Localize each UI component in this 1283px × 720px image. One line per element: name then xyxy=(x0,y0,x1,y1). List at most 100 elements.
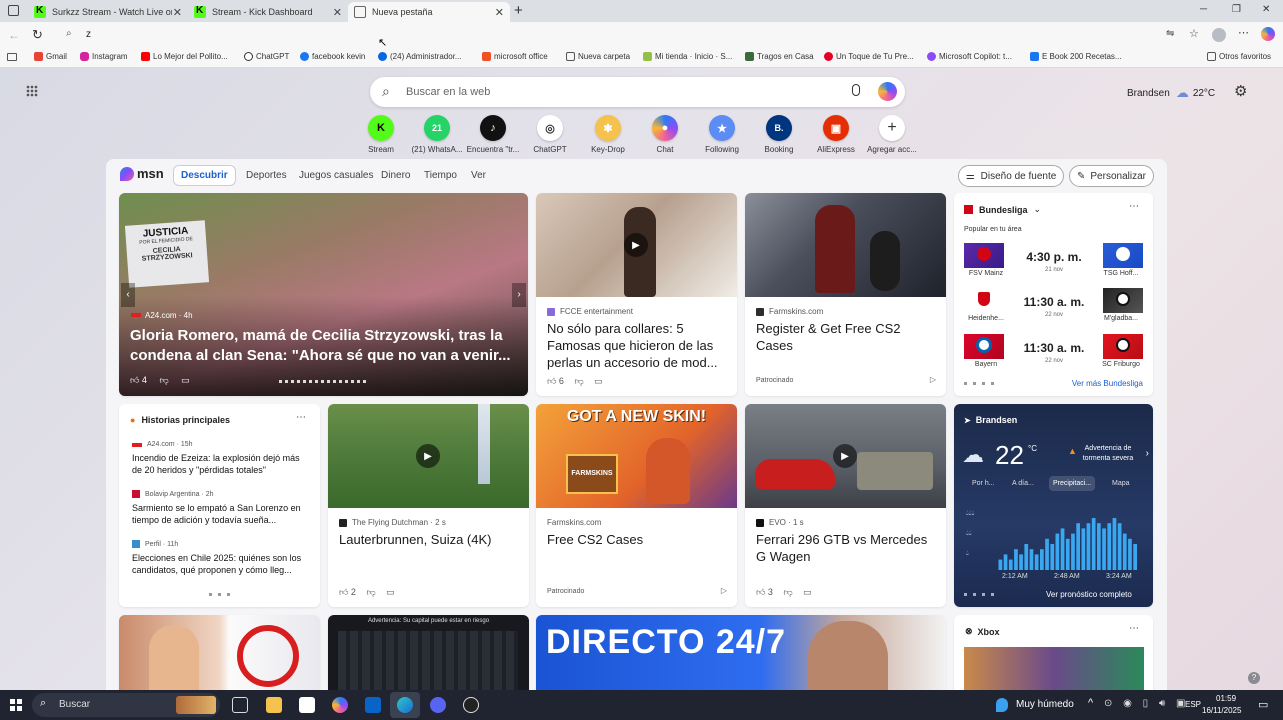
widget-header[interactable]: ➤ Brandsen xyxy=(964,415,1017,425)
nav-tab-juegos[interactable]: Juegos casuales xyxy=(299,170,374,181)
outlook-icon[interactable] xyxy=(365,697,381,713)
nav-tab-descubrir[interactable]: Descubrir xyxy=(173,165,236,186)
personalize-button[interactable]: ✎ Personalizar xyxy=(1069,165,1154,187)
like-icon[interactable]: 👍︎ xyxy=(339,587,348,597)
card-title[interactable]: Lauterbrunnen, Suiza (4K) xyxy=(339,531,519,548)
profile-avatar[interactable] xyxy=(1212,28,1226,42)
weather-alert[interactable]: Advertencia de tormenta severa xyxy=(1076,444,1140,464)
settings-gear-icon[interactable]: ⚙ xyxy=(1234,82,1247,100)
match-row[interactable]: FSV Mainz 4:30 p. m. 21 nov TSG Hoff... xyxy=(964,243,1143,279)
copilot-icon[interactable] xyxy=(878,82,897,101)
carousel-dots[interactable] xyxy=(279,380,369,383)
more-menu-icon[interactable]: ⋯ xyxy=(1238,26,1249,39)
news-card-trump[interactable] xyxy=(119,615,320,690)
quicklink-stream[interactable]: K Stream xyxy=(353,115,409,154)
weather-tab-precip[interactable]: Precipitaci... xyxy=(1049,476,1096,491)
weather-tab-map[interactable]: Mapa xyxy=(1112,480,1130,487)
nav-tab-deportes[interactable]: Deportes xyxy=(246,170,287,181)
widget-header[interactable]: ⊗ Xbox xyxy=(965,626,1000,637)
close-tab-icon[interactable]: ✕ xyxy=(173,6,182,19)
ad-choices-icon[interactable]: ▷ xyxy=(930,375,936,384)
address-input[interactable]: z xyxy=(86,29,91,40)
new-tab-button[interactable]: + xyxy=(514,2,523,19)
play-icon[interactable]: ▶ xyxy=(624,233,648,257)
task-view-icon[interactable] xyxy=(232,697,248,713)
extensions-icon[interactable]: ⇋ xyxy=(1166,28,1174,39)
web-search-box[interactable]: ⌕ Buscar en la web xyxy=(370,77,905,107)
taskbar-search[interactable]: ⌕ Buscar xyxy=(32,693,220,717)
bookmark-office[interactable]: microsoft office xyxy=(482,52,548,61)
next-arrow-icon[interactable]: › xyxy=(1146,448,1149,459)
tab-kick-dashboard[interactable]: Stream - Kick Dashboard ✕ xyxy=(188,2,348,22)
nav-tab-ver[interactable]: Ver xyxy=(471,170,486,181)
quicklink-following[interactable]: ★ Following xyxy=(694,115,750,154)
comment-icon[interactable]: ▭ xyxy=(181,375,190,385)
video-card-evo[interactable]: ▶ EVO · 1 s Ferrari 296 GTB vs Mercedes … xyxy=(745,404,946,607)
hero-title[interactable]: Gloria Romero, mamá de Cecilia Strzyzows… xyxy=(130,326,516,366)
bookmark-copilot[interactable]: Microsoft Copilot: t... xyxy=(927,52,1012,61)
ad-card-farmskins-free[interactable]: GOT A NEW SKIN! FARMSKINS Farmskins.com … xyxy=(536,404,737,607)
comment-icon[interactable]: ▭ xyxy=(803,587,812,597)
next-arrow-icon[interactable]: › xyxy=(512,283,526,307)
tray-icons[interactable]: ⊙ ◉ ▯ 🔊︎ ▣ xyxy=(1104,698,1189,709)
nav-tab-dinero[interactable]: Dinero xyxy=(381,170,410,181)
video-card-lauterbrunnen[interactable]: ▶ The Flying Dutchman · 2 s Lauterbrunne… xyxy=(328,404,529,607)
card-title[interactable]: Ferrari 296 GTB vs Mercedes G Wagen xyxy=(756,531,936,565)
close-tab-icon[interactable]: ✕ xyxy=(333,6,342,19)
video-card-directo[interactable]: DIRECTO 24/7 xyxy=(536,615,946,690)
ad-card-trading[interactable]: Advertencia: Su capital puede estar en r… xyxy=(328,615,529,690)
refresh-icon[interactable]: ↻ xyxy=(32,27,43,43)
msn-logo[interactable]: msn xyxy=(120,166,164,181)
quicklink-aliexpress[interactable]: ▣ AliExpress xyxy=(808,115,864,154)
tab-new-tab[interactable]: Nueva pestaña ✕ xyxy=(348,2,510,22)
match-row[interactable]: Bayern 11:30 a. m. 22 nov SC Friburgo xyxy=(964,334,1143,370)
widget-header[interactable]: ● Historias principales xyxy=(130,415,230,425)
minimize-icon[interactable]: ─ xyxy=(1200,4,1207,15)
dislike-icon[interactable]: 👎︎ xyxy=(159,375,168,385)
dislike-icon[interactable]: 👎︎ xyxy=(366,587,375,597)
more-options-icon[interactable]: ⋯ xyxy=(1129,201,1139,212)
bookmark-meta[interactable]: (24) Administrador... xyxy=(378,52,462,61)
bookmark-gmail[interactable]: Gmail xyxy=(34,52,67,61)
nav-tab-tiempo[interactable]: Tiempo xyxy=(424,170,457,181)
clock-date[interactable]: 16/11/2025 xyxy=(1202,706,1241,715)
card-title[interactable]: Register & Get Free CS2 Cases xyxy=(756,320,936,354)
story-item[interactable]: A24.com · 15h Incendio de Ezeiza: la exp… xyxy=(132,441,312,476)
bookmark-chatgpt[interactable]: ChatGPT xyxy=(244,52,289,61)
close-window-icon[interactable]: ✕ xyxy=(1262,4,1270,15)
like-icon[interactable]: 👍︎ xyxy=(130,375,139,385)
clock-time[interactable]: 01:59 xyxy=(1216,694,1236,703)
close-tab-icon[interactable]: ✕ xyxy=(495,6,504,19)
bookmark-facebook[interactable]: facebook kevin xyxy=(300,52,365,61)
maximize-icon[interactable]: ❐ xyxy=(1232,4,1241,15)
quicklink-add[interactable]: + Agregar acc... xyxy=(864,115,920,154)
like-icon[interactable]: 👍︎ xyxy=(547,376,556,386)
widget-header[interactable]: Bundesliga ⌄ xyxy=(964,204,1041,215)
favorites-icon[interactable]: ☆ xyxy=(1189,27,1199,40)
language-indicator[interactable]: ESP xyxy=(1185,700,1201,709)
weather-tray-label[interactable]: Muy húmedo xyxy=(1016,699,1074,710)
apps-grid-icon[interactable] xyxy=(26,85,38,97)
tray-chevron-icon[interactable]: ^ xyxy=(1088,697,1093,709)
bookmark-mi-tienda[interactable]: Mi tienda · Inicio · S... xyxy=(643,52,732,61)
like-icon[interactable]: 👍︎ xyxy=(756,587,765,597)
bookmark-folder[interactable]: Nueva carpeta xyxy=(566,52,630,61)
copilot-icon[interactable] xyxy=(332,697,348,713)
pagination-dots[interactable] xyxy=(964,593,994,596)
full-forecast-link[interactable]: Ver pronóstico completo xyxy=(1046,590,1132,599)
other-favorites[interactable]: Otros favoritos xyxy=(1207,52,1271,61)
weather-tab-hourly[interactable]: Por h... xyxy=(972,480,995,487)
comment-icon[interactable]: ▭ xyxy=(594,376,603,386)
quicklink-chatgpt[interactable]: ◎ ChatGPT xyxy=(522,115,578,154)
comment-icon[interactable]: ▭ xyxy=(386,587,395,597)
quicklink-booking[interactable]: B. Booking xyxy=(751,115,807,154)
weather-top[interactable]: Brandsen ☁ 22°C xyxy=(1127,85,1215,101)
ad-choices-icon[interactable]: ▷ xyxy=(721,586,727,595)
more-options-icon[interactable]: ⋯ xyxy=(296,412,306,423)
window-menu-icon[interactable] xyxy=(8,5,19,16)
edge-icon[interactable] xyxy=(397,697,413,713)
bookmark-ebook[interactable]: E Book 200 Recetas... xyxy=(1030,52,1122,61)
bookmark-instagram[interactable]: Instagram xyxy=(80,52,128,61)
windows-start-icon[interactable] xyxy=(10,699,22,711)
back-icon[interactable]: ← xyxy=(8,28,20,42)
